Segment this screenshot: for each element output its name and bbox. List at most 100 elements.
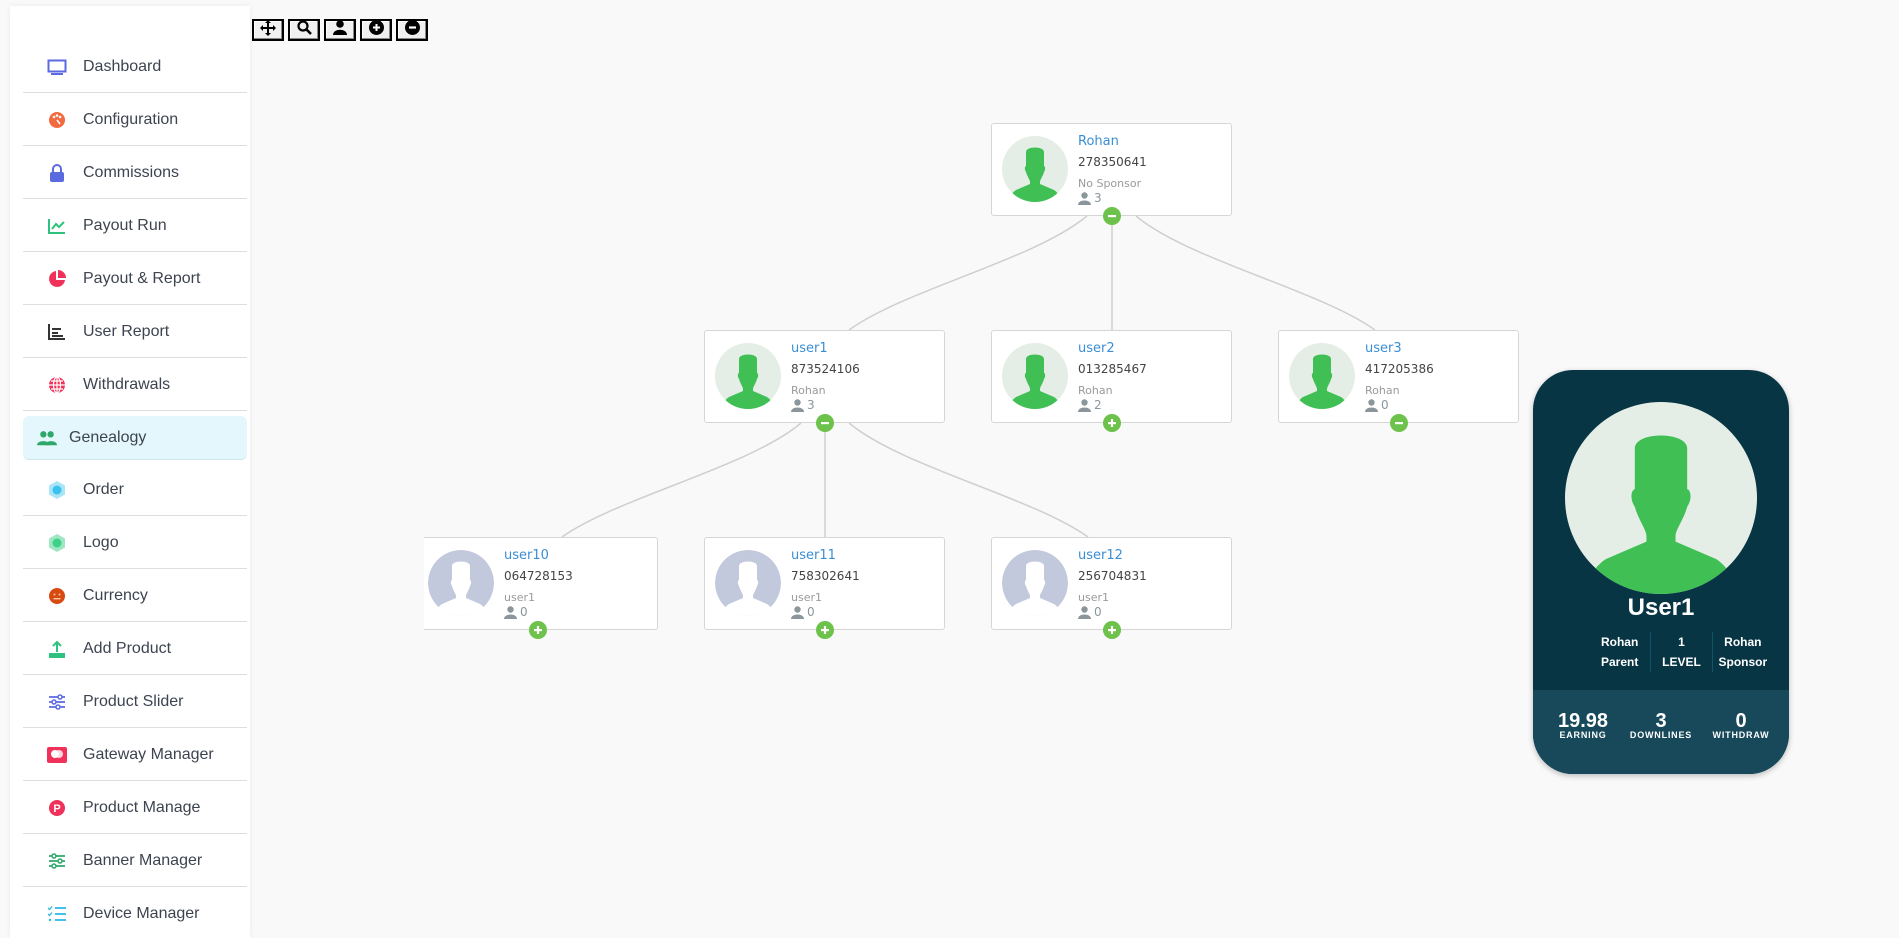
expand-toggle[interactable] (1103, 414, 1121, 432)
sidebar-item-order[interactable]: Order (23, 464, 247, 516)
snowflake-icon (47, 480, 67, 500)
count-value: 0 (1094, 605, 1102, 619)
sidebar-item-label: User Report (83, 322, 170, 340)
node-name[interactable]: user12 (1078, 548, 1123, 563)
node-sponsor: user1 (504, 591, 535, 604)
sidebar-item-currency[interactable]: Currency (23, 570, 247, 622)
plus-icon (821, 626, 829, 634)
sidebar-item-product-slider[interactable]: Product Slider (23, 676, 247, 728)
sidebar-item-user-report[interactable]: User Report (23, 306, 247, 358)
sidebar-item-genealogy[interactable]: Genealogy (23, 416, 247, 460)
search-icon (296, 20, 312, 40)
sidebar-item-payout-report[interactable]: Payout & Report (23, 253, 247, 305)
profile-level: 1 LEVEL (1650, 632, 1711, 672)
monitor-icon (47, 57, 67, 77)
sidebar-item-label: Payout Run (83, 216, 167, 234)
node-name[interactable]: user2 (1078, 341, 1115, 356)
node-downline-count: 3 (1078, 191, 1102, 205)
sidebar-item-device-manager[interactable]: Device Manager (23, 888, 247, 938)
sidebar-item-label: Commissions (83, 163, 180, 181)
sidebar-item-payout-run[interactable]: Payout Run (23, 200, 247, 252)
sidebar-item-configuration[interactable]: Configuration (23, 94, 247, 146)
sidebar-item-label: Withdrawals (83, 375, 171, 393)
downlines-value: 3 (1655, 710, 1667, 732)
tree-node-user10[interactable]: user10 064728153 user1 0 (424, 537, 658, 639)
edge-user1-user12 (848, 422, 1089, 538)
profile-avatar (1565, 402, 1757, 594)
node-id: 417205386 (1365, 362, 1434, 376)
node-id: 256704831 (1078, 569, 1147, 583)
zoom-in-icon (368, 20, 384, 40)
node-sponsor: Rohan (1365, 384, 1400, 397)
collapse-toggle[interactable] (1103, 207, 1121, 225)
pan-button[interactable] (252, 19, 284, 41)
node-name[interactable]: user3 (1365, 341, 1402, 356)
tree-node-user12[interactable]: user12 256704831 user1 0 (991, 537, 1232, 639)
node-name[interactable]: Rohan (1078, 134, 1119, 149)
sidebar-item-label: Order (83, 480, 124, 498)
node-id: 278350641 (1078, 155, 1147, 169)
sidebar-item-label: Currency (83, 586, 148, 604)
profile-sponsor: Rohan Sponsor (1711, 632, 1773, 672)
sidebar-item-label: Genealogy (69, 428, 147, 446)
search-button[interactable] (288, 19, 320, 41)
expand-toggle[interactable] (816, 621, 834, 639)
palette-icon (47, 110, 67, 130)
count-value: 0 (520, 605, 528, 619)
profile-name: User1 (1627, 594, 1695, 621)
tree-node-user11[interactable]: user11 758302641 user1 0 (704, 537, 945, 639)
sidebar-item-label: Add Product (83, 639, 172, 657)
pie-chart-icon (47, 269, 67, 289)
edge-rohan-user3 (1135, 215, 1376, 331)
sidebar-item-label: Logo (83, 533, 119, 551)
node-name[interactable]: user1 (791, 341, 828, 356)
sliders-icon (47, 692, 67, 712)
node-downline-count: 0 (504, 605, 528, 619)
tree-node-user3[interactable]: user3 417205386 Rohan 0 (1278, 330, 1519, 432)
sponsor-label: Sponsor (1718, 655, 1768, 669)
count-value: 3 (807, 398, 815, 412)
count-value: 0 (1381, 398, 1389, 412)
sidebar-item-commissions[interactable]: Commissions (23, 147, 247, 199)
collapse-toggle[interactable] (816, 414, 834, 432)
tree-node-user1[interactable]: user1 873524106 Rohan 3 (704, 330, 945, 432)
minus-icon (1108, 215, 1116, 218)
person-icon (791, 605, 804, 619)
zoom-out-button[interactable] (396, 19, 428, 41)
tree-node-user2[interactable]: user2 013285467 Rohan 2 (991, 330, 1232, 432)
tree-node-rohan[interactable]: Rohan 278350641 No Sponsor 3 (991, 123, 1232, 225)
face-icon (47, 586, 67, 606)
collapse-toggle[interactable] (1390, 414, 1408, 432)
node-downline-count: 3 (791, 398, 815, 412)
sliders-icon (47, 851, 67, 871)
stat-withdraw: 0 WITHDRAW (1709, 711, 1773, 740)
expand-toggle[interactable] (529, 621, 547, 639)
person-icon (1365, 398, 1378, 412)
upload-icon (47, 639, 67, 659)
sidebar-item-logo[interactable]: Logo (23, 517, 247, 569)
sidebar-item-banner-manager[interactable]: Banner Manager (23, 835, 247, 887)
count-value: 0 (807, 605, 815, 619)
stat-earning: 19.98 EARNING (1557, 710, 1609, 740)
user-profile-card: User1 Rohan Parent 1 LEVEL Rohan Sponsor… (1533, 370, 1789, 774)
node-id: 013285467 (1078, 362, 1147, 376)
sidebar-item-label: Gateway Manager (83, 745, 214, 763)
sidebar-item-add-product[interactable]: Add Product (23, 623, 247, 675)
node-name[interactable]: user11 (791, 548, 836, 563)
users-icon (37, 428, 57, 448)
sidebar-item-withdrawals[interactable]: Withdrawals (23, 359, 247, 411)
zoom-in-button[interactable] (360, 19, 392, 41)
node-name[interactable]: user10 (504, 548, 549, 563)
profile-stats: 19.98 EARNING 3 DOWNLINES 0 WITHDRAW (1533, 690, 1789, 774)
sidebar-item-label: Configuration (83, 110, 179, 128)
avatar (428, 550, 494, 616)
sidebar-item-label: Dashboard (83, 57, 162, 75)
sidebar-item-product-manage[interactable]: P Product Manage (23, 782, 247, 834)
sidebar-item-gateway-manager[interactable]: Gateway Manager (23, 729, 247, 781)
expand-toggle[interactable] (1103, 621, 1121, 639)
sidebar-item-dashboard[interactable]: Dashboard (23, 41, 247, 93)
earning-value: 19.98 (1557, 710, 1609, 732)
sidebar-item-label: Product Manage (83, 798, 201, 816)
user-button[interactable] (324, 19, 356, 41)
count-value: 3 (1094, 191, 1102, 205)
